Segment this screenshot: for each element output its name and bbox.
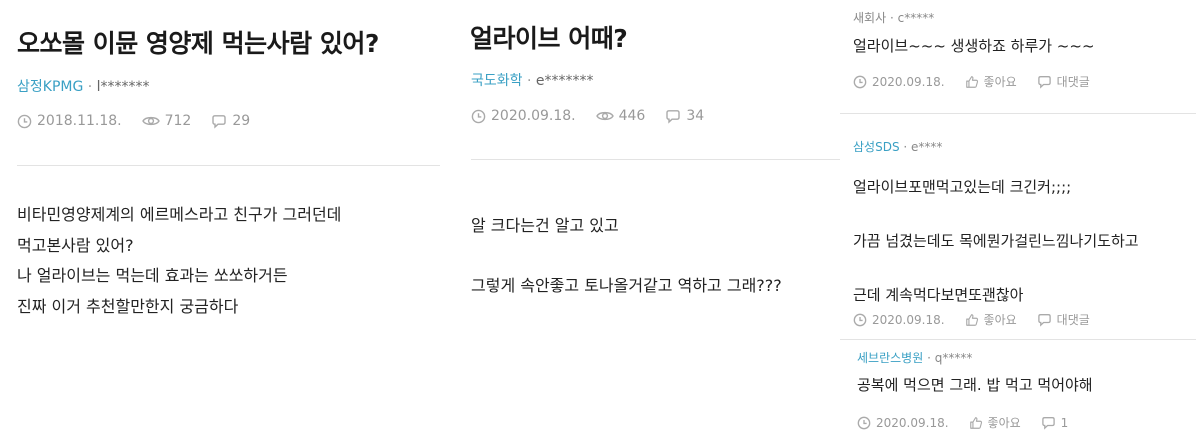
post-body-line: 알 크다는건 알고 있고 [471,216,619,235]
reply-label: 대댓글 [1056,313,1090,327]
comment-author: 새회사 · c***** [853,9,934,26]
post-body-line: 그렇게 속안좋고 토나올거같고 역하고 그래??? [471,276,782,295]
post-body-line: 진짜 이거 추천할만한지 궁금하다 [17,296,239,316]
post-title: 얼라이브 어때? [470,24,628,53]
like-button[interactable]: 좋아요 [965,73,1017,90]
post-views: 712 [141,113,192,129]
like-label: 좋아요 [983,75,1017,89]
post-stats: 2020.09.18. 446 34 [471,108,724,124]
reply-button[interactable]: 1 [1041,415,1069,430]
post-divider [471,159,840,160]
post-body: 알 크다는건 알고 있고 그렇게 속안좋고 토나올거같고 역하고 그래??? [471,196,782,316]
speech-bubble-icon [1041,416,1055,430]
author-user: l******* [96,79,150,95]
post-date-text: 2020.09.18. [491,108,576,124]
comment-actions: 2020.09.18. 좋아요 1 [857,414,1088,431]
post-date-text: 2018.11.18. [37,113,122,129]
like-button[interactable]: 좋아요 [969,414,1021,431]
comment-author: 세브란스병원 · q***** [857,349,972,366]
comment-user: e**** [911,140,943,154]
eye-icon [141,116,160,126]
comment-actions: 2020.09.18. 좋아요 대댓글 [853,73,1110,90]
clock-icon [853,75,867,88]
comment-company-link[interactable]: 세브란스병원 [857,351,923,365]
post-comments: 29 [211,113,250,129]
post-body-line: 나 얼라이브는 먹는데 효과는 쏘쏘하거든 [17,266,288,285]
clock-icon [17,114,32,128]
comment-line: 얼라이브포맨먹고있는데 크긴커;;;; [853,178,1072,196]
post-author: 국도화학 · e******* [471,70,594,90]
post-title: 오쏘몰 이뮨 영양제 먹는사람 있어? [17,29,379,58]
post-date: 2020.09.18. [471,108,576,124]
comment-company-link[interactable]: 삼성SDS [853,140,900,154]
post-2: 얼라이브 어때? 국도화학 · e******* 2020.09.18. 446… [452,0,840,440]
reply-label: 대댓글 [1056,75,1090,89]
thumbs-up-icon [965,313,978,326]
comment-company: 새회사 [853,11,887,25]
author-separator: · [927,351,931,365]
post-author: 삼정KPMG · l******* [17,76,150,96]
clock-icon [853,313,867,326]
comment-author: 삼성SDS · e**** [853,138,942,155]
post-stats: 2018.11.18. 712 29 [17,113,270,129]
post-body-line: 비타민영양제계의 에르메스라고 친구가 그러던데 [17,205,342,224]
like-label: 좋아요 [983,313,1017,327]
comment-user: q***** [934,351,973,365]
thumbs-up-icon [965,75,978,88]
reply-button[interactable]: 대댓글 [1037,73,1090,90]
post-views: 446 [595,108,646,124]
author-separator: · [87,79,93,95]
speech-bubble-icon [1037,75,1051,89]
comment-date: 2020.09.18. [853,75,945,89]
comment-line: 가끔 넘겼는데도 목에뭔가걸린느낌나기도하고 [853,232,1139,250]
post-comments: 34 [665,108,704,124]
clock-icon [471,109,486,123]
post-comments-count: 29 [232,113,251,129]
post-views-count: 446 [618,108,646,124]
like-label: 좋아요 [987,416,1021,430]
comment-date-text: 2020.09.18. [872,74,945,89]
speech-bubble-icon [1037,313,1051,327]
post-divider [17,165,440,166]
author-company-link[interactable]: 국도화학 [471,73,523,89]
author-separator: · [903,140,908,154]
comment-date: 2020.09.18. [857,416,949,430]
post-1: 오쏘몰 이뮨 영양제 먹는사람 있어? 삼정KPMG · l******* 20… [0,0,440,440]
comment-text: 얼라이브포맨먹고있는데 크긴커;;;; 가끔 넘겼는데도 목에뭔가걸린느낌나기도… [853,160,1139,322]
clock-icon [857,416,871,429]
comment-date-text: 2020.09.18. [872,312,945,327]
post-date: 2018.11.18. [17,113,122,129]
post-body-line: 먹고본사람 있어? [17,235,134,255]
comment-list: 새회사 · c***** 얼라이브~~~ 생생하죠 하루가 ~~~ 2020.0… [840,0,1196,440]
comment-divider [840,113,1196,114]
speech-bubble-icon [212,114,227,129]
author-separator: · [526,73,532,89]
post-comments-count: 34 [686,108,705,124]
author-company-link[interactable]: 삼정KPMG [17,79,83,95]
comment-text: 얼라이브~~~ 생생하죠 하루가 ~~~ [853,35,1095,56]
comment-line: 얼라이브~~~ 생생하죠 하루가 ~~~ [853,37,1095,55]
comment-date-text: 2020.09.18. [876,415,949,430]
author-separator: · [889,11,894,25]
comment-date: 2020.09.18. [853,313,945,327]
comment-actions: 2020.09.18. 좋아요 대댓글 [853,311,1110,328]
speech-bubble-icon [666,109,681,124]
thumbs-up-icon [969,416,982,429]
eye-icon [595,111,614,121]
like-button[interactable]: 좋아요 [965,311,1017,328]
comment-line: 공복에 먹으면 그래. 밥 먹고 먹어야해 [857,376,1093,394]
reply-count: 1 [1060,415,1069,430]
comment-divider [840,339,1196,340]
comment-user: c***** [897,11,935,25]
author-user: e******* [535,73,594,89]
post-body: 비타민영양제계의 에르메스라고 친구가 그러던데 먹고본사람 있어? 나 얼라이… [17,200,341,322]
reply-button[interactable]: 대댓글 [1037,311,1090,328]
comment-text: 공복에 먹으면 그래. 밥 먹고 먹어야해 [857,374,1093,395]
post-views-count: 712 [164,113,192,129]
